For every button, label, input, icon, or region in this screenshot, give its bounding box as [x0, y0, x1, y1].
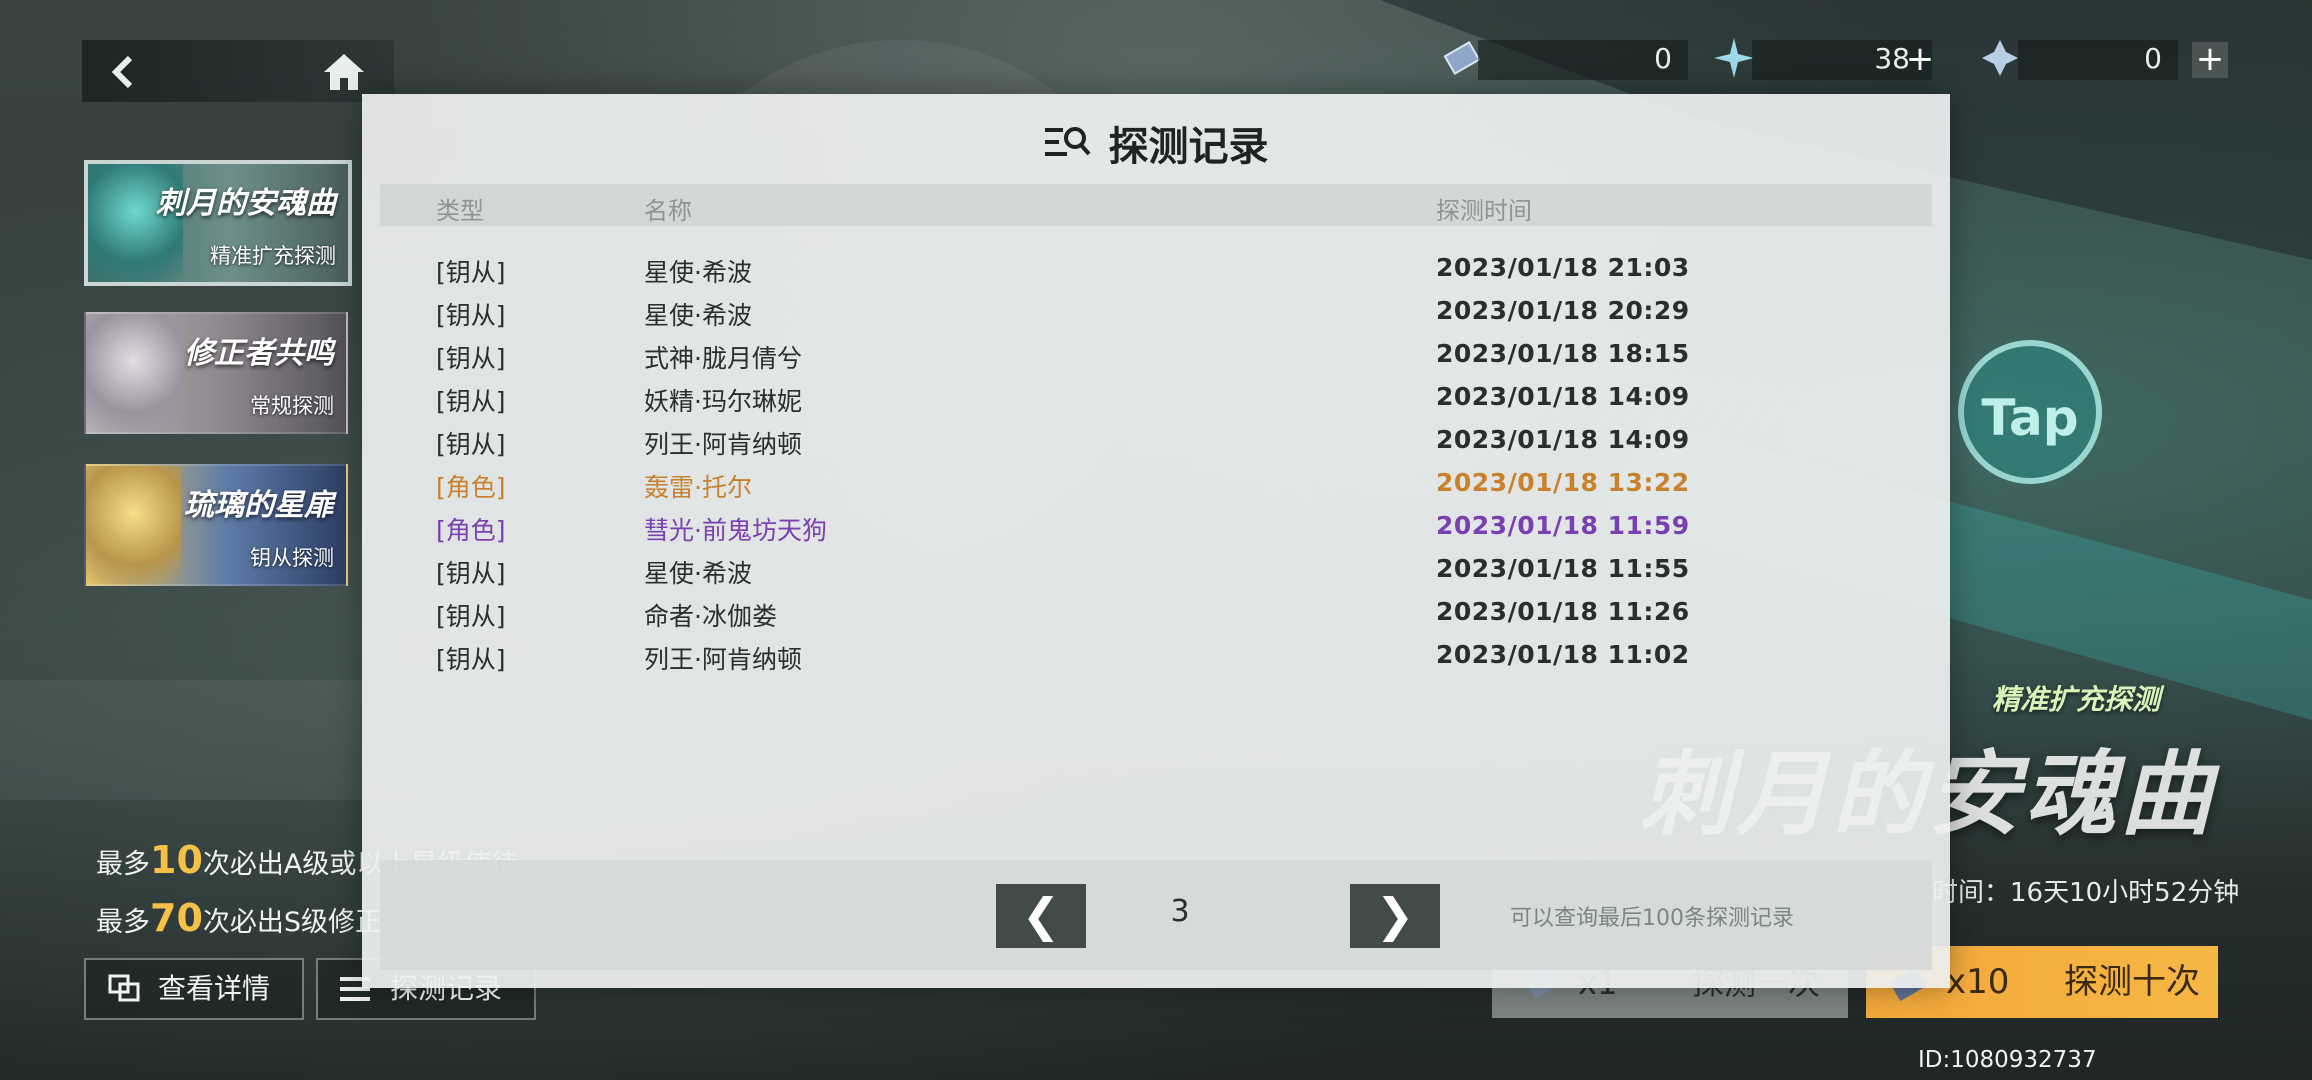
modal-header: 探测记录	[362, 114, 1950, 174]
add-star-button[interactable]: +	[1902, 42, 1938, 78]
record-time: 2023/01/18 14:09	[1436, 425, 1690, 454]
record-time: 2023/01/18 13:22	[1436, 468, 1690, 497]
record-time: 2023/01/18 14:09	[1436, 382, 1690, 411]
header-type: 类型	[436, 197, 484, 225]
guarantee-count: 70	[150, 896, 203, 940]
record-time: 2023/01/18 11:59	[1436, 511, 1690, 540]
page-number: 3	[1170, 894, 1190, 929]
record-time: 2023/01/18 21:03	[1436, 253, 1690, 282]
home-button[interactable]	[320, 50, 368, 94]
banner-type-label: 精准扩充探测	[1992, 683, 2161, 716]
key-icon	[1982, 40, 2018, 76]
draw-ten-count: x10	[1946, 962, 2010, 1002]
banner-subtitle: 精准扩充探测	[210, 244, 336, 268]
banner-tab[interactable]: 琉璃的星扉 钥从探测	[84, 464, 348, 586]
banner-character-art	[86, 466, 181, 584]
top-nav-bar	[82, 40, 394, 102]
view-details-label: 查看详情	[158, 972, 271, 1005]
record-name: 列王·阿肯纳顿	[644, 645, 802, 674]
guarantee-prefix: 最多	[96, 849, 150, 880]
home-icon	[324, 54, 364, 90]
modal-title: 探测记录	[1108, 124, 1269, 170]
draw-ten-label: 探测十次	[2064, 962, 2200, 1002]
user-id: ID:1080932737	[1918, 1047, 2097, 1073]
view-details-button[interactable]: 查看详情	[84, 958, 304, 1020]
prev-page-button[interactable]: ❮	[996, 884, 1086, 948]
back-arrow-icon	[111, 55, 133, 89]
table-row: [钥从] 列王·阿肯纳顿 2023/01/18 11:02	[380, 624, 1932, 687]
currency-key: 0	[2018, 40, 2178, 80]
banner-subtitle: 常规探测	[250, 394, 334, 418]
details-icon	[108, 974, 140, 1002]
record-time: 2023/01/18 11:26	[1436, 597, 1690, 626]
header-name: 名称	[644, 197, 692, 225]
guarantee-count: 10	[150, 838, 203, 882]
banner-subtitle: 钥从探测	[250, 546, 334, 570]
record-time: 2023/01/18 11:02	[1436, 640, 1690, 669]
record-time: 2023/01/18 20:29	[1436, 296, 1690, 325]
back-button[interactable]	[104, 52, 144, 92]
header-time: 探测时间	[1436, 197, 1532, 225]
currency-ticket-value: 0	[1654, 42, 1672, 75]
tap-button[interactable]: Tap	[1958, 340, 2102, 484]
banner-title: 修正者共鸣	[184, 336, 334, 371]
gacha-screen: 0 38 + 0 + 刺月的安魂曲 精准扩充探测 修正者共鸣 常规探测 琉璃的星…	[0, 0, 2312, 1080]
banner-title: 刺月的安魂曲	[156, 186, 336, 221]
banner-title: 琉璃的星扉	[184, 488, 334, 523]
record-type: [钥从]	[436, 645, 506, 674]
pagination-bar: ❮ 3 ❯ 可以查询最后100条探测记录	[380, 860, 1932, 970]
pagination-note: 可以查询最后100条探测记录	[1510, 906, 1794, 931]
record-time: 2023/01/18 18:15	[1436, 339, 1690, 368]
currency-key-value: 0	[2144, 42, 2162, 75]
banner-character-art	[86, 314, 181, 432]
banner-tab-selected[interactable]: 刺月的安魂曲 精准扩充探测	[84, 160, 352, 286]
table-header: 类型 名称 探测时间	[380, 184, 1932, 226]
banner-tab[interactable]: 修正者共鸣 常规探测	[84, 312, 348, 434]
add-key-button[interactable]: +	[2192, 42, 2228, 78]
currency-star-crystal: 38 +	[1752, 40, 1934, 80]
add-key-wrap: +	[2192, 40, 2228, 80]
currency-ticket: 0	[1478, 40, 1688, 80]
search-list-icon	[1045, 127, 1091, 156]
record-time: 2023/01/18 11:55	[1436, 554, 1690, 583]
records-modal: 探测记录 类型 名称 探测时间 [钥从] 星使·希波 2023/01/18 21:0…	[362, 94, 1950, 988]
next-page-button[interactable]: ❯	[1350, 884, 1440, 948]
guarantee-prefix: 最多	[96, 907, 150, 938]
star-crystal-icon	[1714, 38, 1754, 78]
